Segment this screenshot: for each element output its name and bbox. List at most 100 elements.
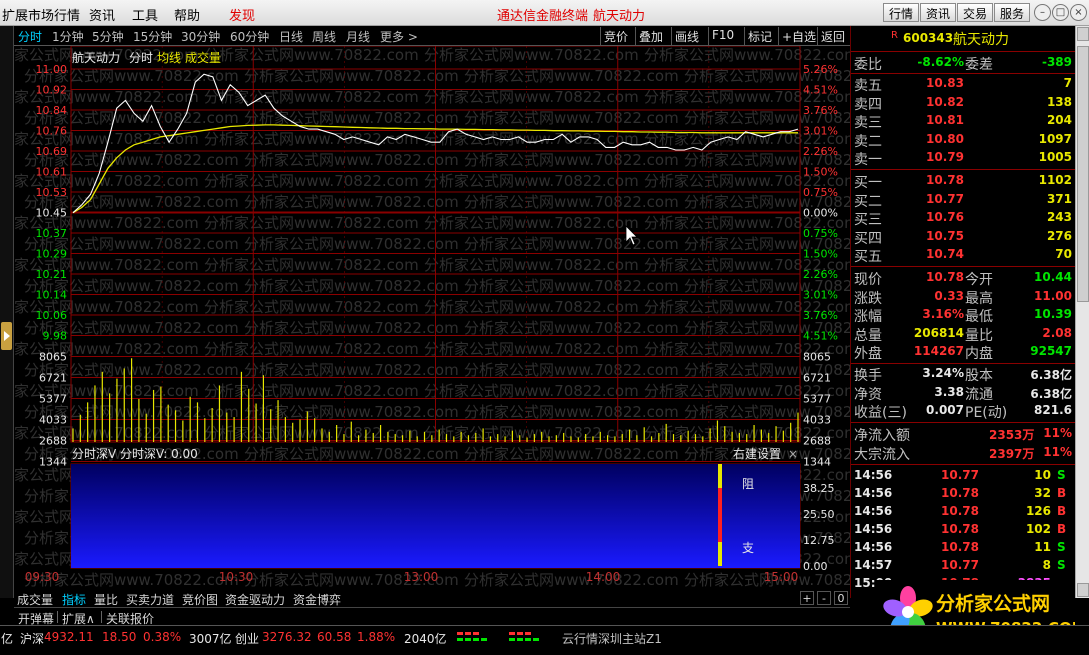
menu-item-news[interactable]: 资讯 [89, 5, 115, 24]
tick-price: 10.77 [941, 558, 979, 572]
scroll-thumb[interactable] [1077, 46, 1089, 302]
tab-indicator[interactable]: 指标 [62, 591, 86, 608]
window-title-stock: 航天动力 [593, 9, 646, 24]
tick-row[interactable]: 14:56 10.78 11 S [851, 539, 1076, 557]
row-label-2: 内盘 [965, 346, 993, 362]
watermark-text: 分析家公式网www.70822.com [244, 403, 459, 421]
maximize-icon[interactable]: □ [1052, 4, 1069, 21]
status-cy-label[interactable]: 创业 [235, 630, 259, 647]
add-watchlist-button[interactable]: +自选 [778, 27, 819, 45]
intraday-chart[interactable]: 分析家公式网www.70822.com 分析家公式网www.70822.com 分析… [14, 46, 850, 590]
percent-tick-label: 5.26% [803, 63, 838, 76]
period-tab-30min[interactable]: 30分钟 [181, 28, 220, 45]
watermark-text: 分析家公式网www.70822.com [424, 424, 639, 442]
status-server[interactable]: 云行情深圳主站Z1 [562, 630, 662, 647]
period-tab-15min[interactable]: 15分钟 [133, 28, 172, 45]
tab-volume-ratio[interactable]: 量比 [94, 591, 118, 608]
status-left-unit: 亿 [1, 632, 14, 646]
percent-tick-label: 3.76% [803, 309, 838, 322]
scroll-down-icon[interactable] [1077, 583, 1089, 597]
tab-capital-game[interactable]: 资金博弈 [293, 591, 341, 608]
period-tab-60min[interactable]: 60分钟 [230, 28, 269, 45]
status-sh-label[interactable]: 沪深 [20, 630, 44, 647]
news-button[interactable]: 资讯 [920, 3, 957, 22]
row-value: 10.83 [926, 76, 964, 90]
scroll-up-icon[interactable] [1077, 27, 1089, 41]
watermark-text: 分析家公式网www.70822.com [424, 214, 639, 232]
row-value-2: 1102 [1038, 173, 1072, 187]
row-label: 涨跌 [854, 290, 882, 307]
reset-indicator-icon[interactable]: 0 [834, 591, 848, 605]
depth-v-close-icon[interactable]: × [788, 447, 798, 461]
tick-row[interactable]: 14:56 10.77 10 S [851, 467, 1076, 485]
tick-side: B [1057, 522, 1067, 536]
period-tab-week[interactable]: 周线 [312, 28, 336, 45]
tick-time: 14:56 [854, 468, 893, 482]
watermark-text: 分析家公式网www.70822.com [204, 340, 419, 358]
draw-line-button[interactable]: 画线 [671, 27, 702, 45]
menu-item-extended-market[interactable]: 扩展市场行情 [2, 5, 80, 24]
chart-legend: 航天动力 分时 均线 成交量 [72, 50, 221, 65]
tick-time: 14:56 [854, 522, 893, 536]
period-tab-day[interactable]: 日线 [279, 28, 303, 45]
minimize-icon[interactable]: – [1034, 4, 1051, 21]
row-label: 收益(三) [854, 405, 907, 421]
row-value-2: 204 [1046, 113, 1072, 127]
tab-volume[interactable]: 成交量 [17, 591, 53, 608]
support-label: 支 [742, 541, 754, 555]
period-tab-5min[interactable]: 5分钟 [92, 28, 124, 45]
price-tick-label: 10.61 [36, 166, 68, 179]
window-title-app: 通达信金融终端 [497, 9, 589, 24]
tick-row[interactable]: 14:57 10.77 8 S [851, 557, 1076, 575]
close-icon[interactable]: × [1070, 4, 1087, 21]
price-tick-label: 10.45 [36, 207, 68, 220]
row-value-2: 1097 [1038, 131, 1072, 146]
tick-volume: 11 [1034, 540, 1051, 554]
flow-row: 大宗流入 2397万 11% [851, 444, 1076, 463]
price-tick-label: 10.69 [36, 145, 68, 158]
back-button[interactable]: 返回 [817, 27, 848, 45]
menu-item-tools[interactable]: 工具 [132, 5, 158, 24]
overlay-button[interactable]: 叠加 [635, 27, 666, 45]
tick-row[interactable]: 14:56 10.78 102 B [851, 521, 1076, 539]
tick-side: S [1057, 468, 1066, 482]
service-button[interactable]: 服务 [994, 3, 1031, 22]
legend-stock-name: 航天动力 [72, 50, 120, 65]
percent-tick-label: 4.51% [803, 330, 838, 343]
menu-item-discover[interactable]: 发现 [229, 5, 255, 24]
tick-row[interactable]: 14:56 10.78 32 B [851, 485, 1076, 503]
period-tab-month[interactable]: 月线 [346, 28, 370, 45]
watermark-text: 分析家公式网www.70822.com [464, 445, 679, 463]
depth-v-settings[interactable]: 右建设置 [733, 446, 781, 461]
tick-row[interactable]: 14:56 10.78 126 B [851, 503, 1076, 521]
vertical-scrollbar[interactable] [1075, 26, 1089, 598]
add-indicator-icon[interactable]: + [800, 591, 814, 605]
tab-auction-chart[interactable]: 竞价图 [182, 591, 218, 608]
row-label: 卖四 [854, 96, 882, 113]
watermark-text: 分析家公式网www.70822.com [644, 46, 850, 64]
auction-button[interactable]: 竞价 [600, 27, 631, 45]
tab-buy-sell-force[interactable]: 买卖力道 [126, 591, 174, 608]
period-tab-more[interactable]: 更多 > [380, 28, 418, 45]
period-tab-intraday[interactable]: 分时 [18, 28, 42, 45]
row-value-2: 10.39 [1034, 307, 1072, 321]
quotes-button[interactable]: 行情 [883, 3, 920, 22]
percent-tick-label: 2.26% [803, 268, 838, 281]
expand-arrow-icon[interactable] [1, 322, 12, 350]
row-value: 10.75 [926, 228, 964, 243]
depth-v-tick-label: 0.00 [803, 560, 828, 573]
tab-capital-drive[interactable]: 资金驱动力 [225, 591, 285, 608]
menu-item-help[interactable]: 帮助 [174, 5, 200, 24]
row-label: 总量 [854, 327, 882, 344]
period-tab-1min[interactable]: 1分钟 [52, 28, 84, 45]
watermark-text: 分析家公式网www.70822.com [244, 277, 459, 295]
mark-button[interactable]: 标记 [744, 27, 775, 45]
flow-label: 净流入额 [854, 428, 910, 444]
row-value-2: 10.44 [1034, 270, 1072, 284]
f10-button[interactable]: F10 [708, 27, 737, 45]
watermark-text: 分析家公式网www.70822.com [204, 214, 419, 232]
bid-row: 买一 10.78 1102 [851, 172, 1076, 191]
ask-row: 卖四 10.82 138 [851, 94, 1076, 113]
remove-indicator-icon[interactable]: - [817, 591, 831, 605]
trade-button[interactable]: 交易 [957, 3, 994, 22]
